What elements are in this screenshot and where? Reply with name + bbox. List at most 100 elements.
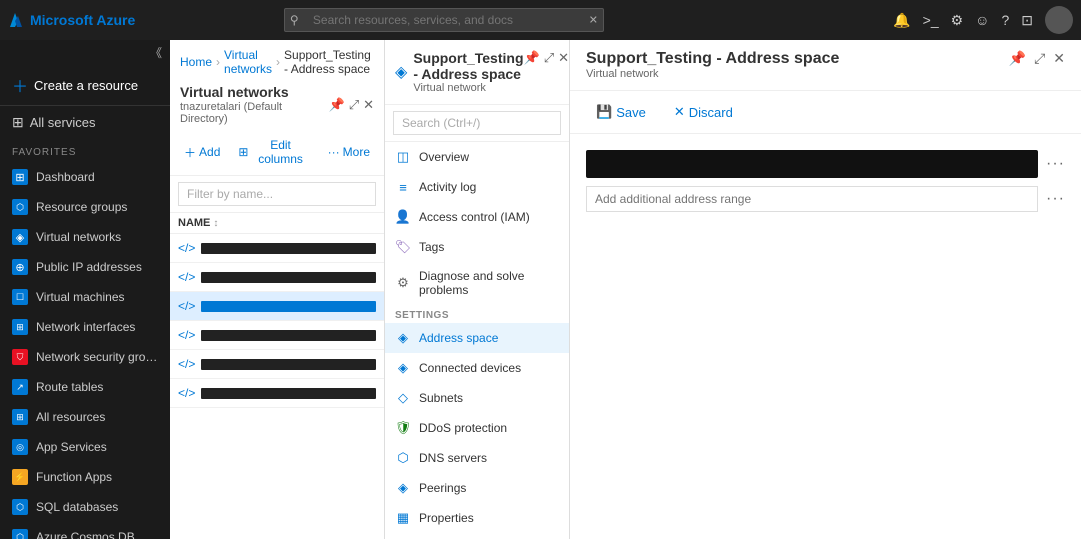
sidebar-item-all-resources[interactable]: ⊞ All resources — [0, 402, 170, 432]
filter-input[interactable] — [178, 182, 376, 206]
menu-item-label-diagnose: Diagnose and solve problems — [419, 269, 559, 297]
address-range-options-2[interactable]: ··· — [1046, 190, 1065, 208]
menu-item-dns[interactable]: ⬡ DNS servers — [385, 443, 569, 473]
settings-icon[interactable]: ⚙ — [951, 12, 964, 29]
right-close-icon[interactable]: ✕ — [1053, 50, 1065, 67]
more-button[interactable]: ··· More — [322, 142, 376, 162]
help-icon[interactable]: ? — [1001, 12, 1009, 28]
sidebar-item-app-services[interactable]: ◎ App Services — [0, 432, 170, 462]
topbar: Microsoft Azure ⚲ ✕ 🔔 >_ ⚙ ☺ ? ⊡ — [0, 0, 1081, 40]
discard-icon: ✕ — [674, 104, 685, 120]
middle-expand-icon[interactable]: ⤢ — [544, 50, 554, 66]
menu-item-locks[interactable]: 🔒 Locks — [385, 533, 569, 539]
middle-close-icon[interactable]: ✕ — [558, 50, 569, 66]
virtual-networks-icon: ◈ — [12, 229, 28, 245]
tags-icon: 🏷 — [395, 239, 411, 255]
save-button[interactable]: 💾 Save — [586, 99, 656, 125]
vnet-panel-title-group: Virtual networks tnazuretalari (Default … — [180, 84, 329, 125]
topbar-search-input[interactable] — [284, 8, 604, 32]
middle-panel: ◈ Support_Testing - Address space Virtua… — [385, 40, 570, 539]
cloud-shell-icon[interactable]: >_ — [923, 12, 939, 28]
sidebar-item-resource-groups[interactable]: ⬡ Resource groups — [0, 192, 170, 222]
sidebar: 《 ＋ Create a resource ⊞ All services FAV… — [0, 40, 170, 539]
edit-columns-label: Edit columns — [251, 138, 309, 166]
discard-button[interactable]: ✕ Discard — [664, 99, 743, 125]
vnet-list-item[interactable]: </> — [170, 292, 384, 321]
sidebar-item-label-all-resources: All resources — [36, 410, 105, 424]
menu-item-overview[interactable]: ◫ Overview — [385, 142, 569, 172]
emoji-icon[interactable]: ☺ — [975, 12, 989, 28]
add-button[interactable]: ＋ Add — [178, 141, 226, 164]
menu-item-peerings[interactable]: ◈ Peerings — [385, 473, 569, 503]
sidebar-item-sql-databases[interactable]: ⬡ SQL databases — [0, 492, 170, 522]
vnet-list-item[interactable]: </> — [170, 263, 384, 292]
route-tables-icon: ↗ — [12, 379, 28, 395]
vnet-item-name-2 — [201, 272, 376, 283]
topbar-search-clear-icon[interactable]: ✕ — [589, 14, 598, 27]
vnet-panel-header: Virtual networks tnazuretalari (Default … — [170, 76, 384, 129]
middle-pin-icon[interactable]: 📌 — [524, 50, 540, 66]
sidebar-collapse-control: 《 — [0, 40, 170, 65]
right-panel: Support_Testing - Address space Virtual … — [570, 40, 1081, 539]
expand-icon[interactable]: ⤢ — [349, 97, 359, 113]
user-avatar[interactable] — [1045, 6, 1073, 34]
middle-search-input[interactable] — [393, 111, 561, 135]
vnet-item-name-1 — [201, 243, 376, 254]
close-icon[interactable]: ✕ — [363, 97, 374, 113]
sidebar-all-services[interactable]: ⊞ All services — [0, 106, 170, 139]
address-range-value — [586, 150, 1038, 178]
public-ip-icon: ⊕ — [12, 259, 28, 275]
menu-item-properties[interactable]: ▦ Properties — [385, 503, 569, 533]
vnet-list-item[interactable]: </> — [170, 234, 384, 263]
sidebar-item-dashboard[interactable]: ⊞ Dashboard — [0, 162, 170, 192]
pin-icon[interactable]: 📌 — [329, 97, 345, 113]
sidebar-collapse-icon[interactable]: 《 — [150, 44, 162, 61]
diagnose-icon: ⚙ — [395, 275, 411, 291]
bell-icon[interactable]: 🔔 — [893, 12, 910, 29]
sidebar-create-resource[interactable]: ＋ Create a resource — [0, 65, 170, 106]
menu-item-subnets[interactable]: ◇ Subnets — [385, 383, 569, 413]
right-panel-header: Support_Testing - Address space Virtual … — [570, 40, 1081, 91]
nsg-icon: ⛉ — [12, 349, 28, 365]
vnet-list-item[interactable]: </> — [170, 350, 384, 379]
right-expand-icon[interactable]: ⤢ — [1034, 50, 1045, 67]
name-column-label: NAME — [178, 217, 210, 229]
sidebar-item-public-ip[interactable]: ⊕ Public IP addresses — [0, 252, 170, 282]
sort-icon[interactable]: ↕ — [213, 218, 218, 229]
vnet-list-item[interactable]: </> — [170, 379, 384, 408]
ddos-icon: 🛡 — [395, 420, 411, 436]
sidebar-item-virtual-networks[interactable]: ◈ Virtual networks — [0, 222, 170, 252]
menu-item-connected-devices[interactable]: ◈ Connected devices — [385, 353, 569, 383]
dns-icon: ⬡ — [395, 450, 411, 466]
sidebar-item-label-resource-groups: Resource groups — [36, 200, 127, 214]
breadcrumb-sep1: › — [216, 55, 220, 69]
add-label: Add — [199, 145, 220, 159]
menu-item-label-ddos: DDoS protection — [419, 421, 507, 435]
address-range-input[interactable] — [586, 186, 1038, 212]
menu-item-access-control[interactable]: 👤 Access control (IAM) — [385, 202, 569, 232]
sidebar-item-function-apps[interactable]: ⚡ Function Apps — [0, 462, 170, 492]
breadcrumb-home[interactable]: Home — [180, 55, 212, 69]
menu-item-address-space[interactable]: ◈ Address space — [385, 323, 569, 353]
sidebar-item-route-tables[interactable]: ↗ Route tables — [0, 372, 170, 402]
sidebar-item-cosmos-db[interactable]: ⬡ Azure Cosmos DB — [0, 522, 170, 539]
menu-item-tags[interactable]: 🏷 Tags — [385, 232, 569, 262]
menu-item-ddos[interactable]: 🛡 DDoS protection — [385, 413, 569, 443]
feedback-icon[interactable]: ⊡ — [1021, 12, 1033, 29]
sidebar-item-nsg[interactable]: ⛉ Network security groups — [0, 342, 170, 372]
vnet-panel: Home › Virtual networks › Support_Testin… — [170, 40, 385, 539]
sidebar-item-network-interfaces[interactable]: ⊞ Network interfaces — [0, 312, 170, 342]
right-panel-toolbar: 💾 Save ✕ Discard — [570, 91, 1081, 134]
breadcrumb-vnet[interactable]: Virtual networks — [224, 48, 272, 76]
vnet-item-icon-2: </> — [178, 270, 195, 284]
address-range-options-1[interactable]: ··· — [1046, 155, 1065, 173]
right-pin-icon[interactable]: 📌 — [1009, 50, 1026, 67]
menu-item-activity-log[interactable]: ≡ Activity log — [385, 172, 569, 202]
menu-item-label-address-space: Address space — [419, 331, 498, 345]
menu-item-diagnose[interactable]: ⚙ Diagnose and solve problems — [385, 262, 569, 304]
sidebar-item-virtual-machines[interactable]: ☐ Virtual machines — [0, 282, 170, 312]
vnet-list-item[interactable]: </> — [170, 321, 384, 350]
more-icon: ··· — [328, 145, 340, 159]
cosmos-db-icon: ⬡ — [12, 529, 28, 539]
edit-columns-button[interactable]: ⊞ Edit columns — [232, 135, 315, 169]
